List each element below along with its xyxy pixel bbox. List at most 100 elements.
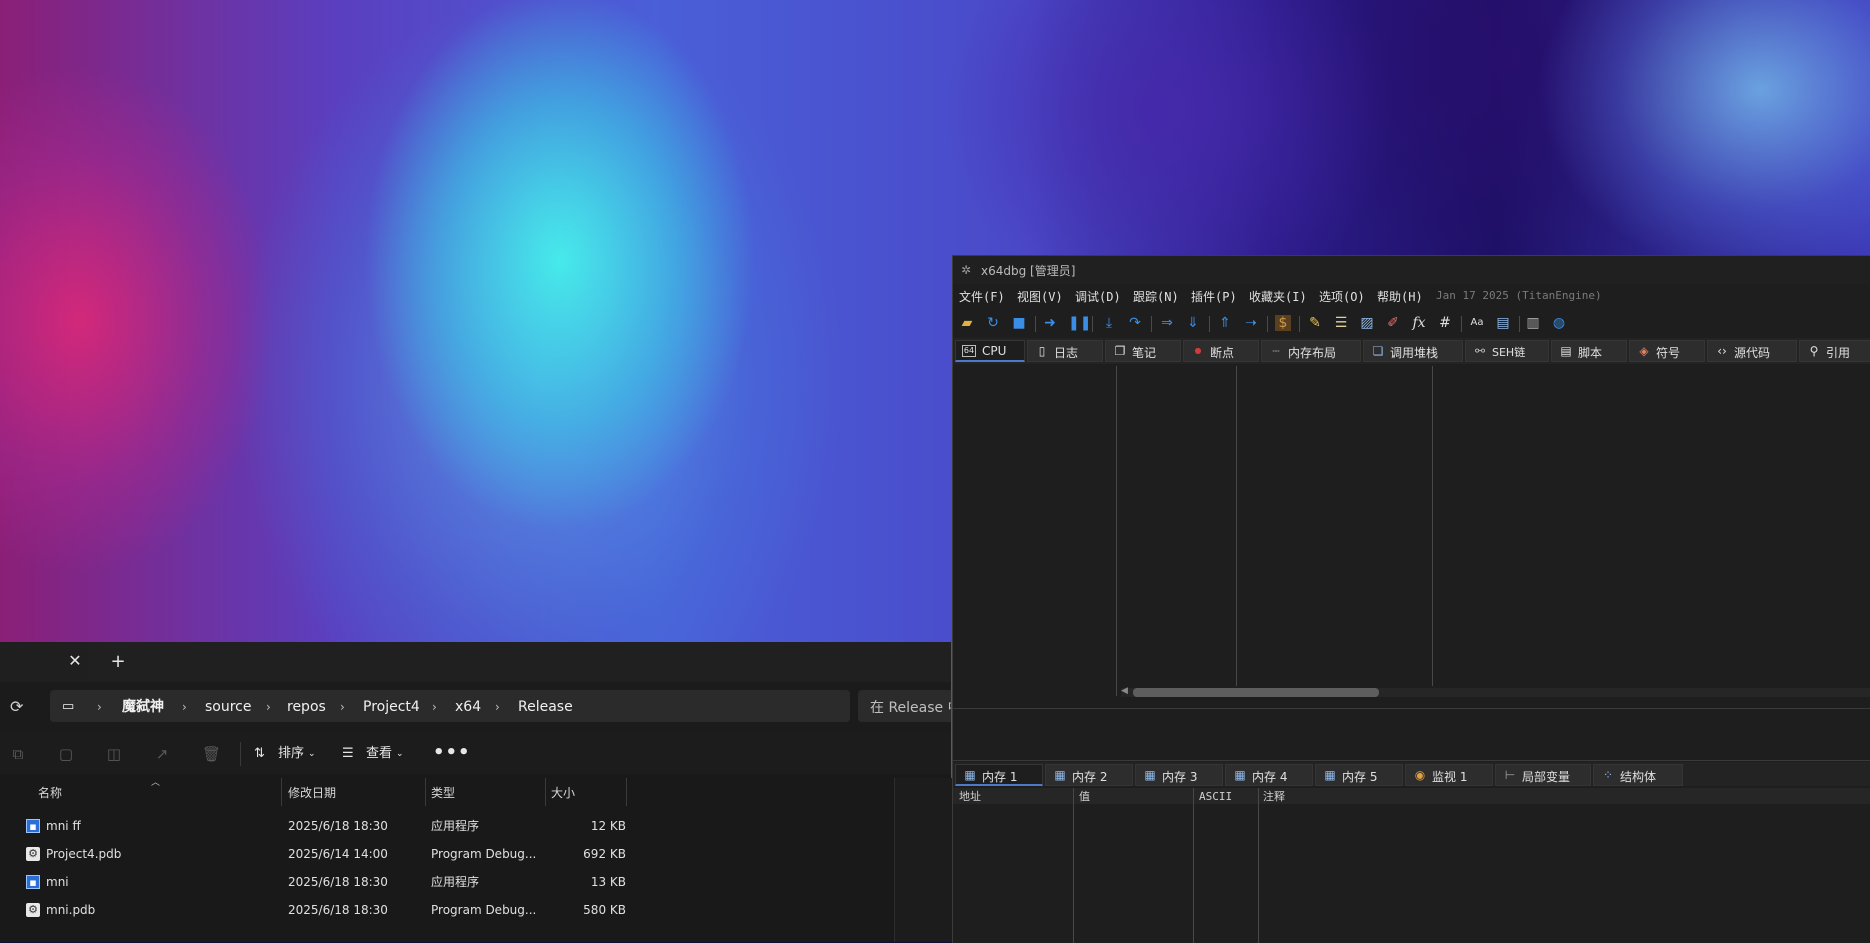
dump-column-divider[interactable] xyxy=(1258,788,1259,943)
globe-icon[interactable]: ◍ xyxy=(1551,315,1567,331)
dump-column-address[interactable]: 地址 xyxy=(959,790,981,804)
share-icon[interactable]: ↗ xyxy=(154,746,170,762)
tab-memory-3[interactable]: ▦ 内存 3 xyxy=(1135,764,1223,786)
comments-icon[interactable]: ☰ xyxy=(1333,315,1349,331)
new-tab-icon[interactable]: + xyxy=(108,652,128,672)
step-into-icon[interactable]: ⤓ xyxy=(1101,315,1117,331)
open-file-icon[interactable]: ▰ xyxy=(959,315,975,331)
tab-memory-1[interactable]: ▦ 内存 1 xyxy=(955,764,1043,786)
computer-icon[interactable]: ▭ xyxy=(62,698,74,716)
cpu-disassembly-view[interactable] xyxy=(953,364,1870,697)
tab-references[interactable]: ⚲ 引用 xyxy=(1799,340,1870,362)
refresh-icon[interactable]: ⟳ xyxy=(10,697,23,716)
panel-divider[interactable] xyxy=(953,708,1870,709)
disasm-column-divider[interactable] xyxy=(1432,366,1433,686)
tab-memory-4[interactable]: ▦ 内存 4 xyxy=(1225,764,1313,786)
breadcrumb-separator-icon[interactable]: › xyxy=(432,698,437,716)
column-divider[interactable] xyxy=(281,778,282,806)
bookmarks-icon[interactable]: ✐ xyxy=(1385,315,1401,331)
column-header-date[interactable]: 修改日期 xyxy=(288,782,336,804)
patch-icon[interactable]: ✎ xyxy=(1307,315,1323,331)
tab-struct[interactable]: ⁘ 结构体 xyxy=(1593,764,1683,786)
stop-icon[interactable]: ■ xyxy=(1011,315,1027,331)
settings-device-icon[interactable]: ▤ xyxy=(1495,315,1511,331)
breadcrumb-item[interactable]: x64 xyxy=(455,698,481,716)
chevron-down-icon[interactable]: ⌄ xyxy=(308,745,316,763)
breadcrumb-item[interactable]: Release xyxy=(518,698,573,716)
tab-watch-1[interactable]: ◉ 监视 1 xyxy=(1405,764,1493,786)
breadcrumb-separator-icon[interactable]: › xyxy=(182,698,187,716)
trace-into-icon[interactable]: ⇒ xyxy=(1159,315,1175,331)
tab-breakpoints[interactable]: ● 断点 xyxy=(1183,340,1259,362)
strings-icon[interactable]: Aa xyxy=(1469,315,1485,331)
address-bar[interactable] xyxy=(50,690,850,722)
file-row[interactable]: ▪ mni 2025/6/18 18:30 应用程序 13 KB xyxy=(8,868,894,896)
rename-icon[interactable]: ◫ xyxy=(106,746,122,762)
explorer-tab[interactable]: ✕ xyxy=(0,642,88,682)
search-box[interactable]: 在 Release 中 xyxy=(858,690,951,722)
menu-trace[interactable]: 跟踪(N) xyxy=(1133,288,1179,305)
menu-file[interactable]: 文件(F) xyxy=(959,288,1005,305)
trace-over-icon[interactable]: ⇓ xyxy=(1185,315,1201,331)
scrollbar-thumb[interactable] xyxy=(1133,688,1379,697)
column-header-name[interactable]: 名称 xyxy=(38,782,62,804)
breadcrumb-separator-icon[interactable]: › xyxy=(97,698,102,716)
tab-symbols[interactable]: ◈ 符号 xyxy=(1629,340,1705,362)
delete-icon[interactable]: 🗑 xyxy=(202,746,221,762)
pause-icon[interactable]: ❚❚ xyxy=(1068,315,1091,331)
dump-column-ascii[interactable]: ASCII xyxy=(1199,790,1232,804)
tab-memory-map[interactable]: ┄ 内存布局 xyxy=(1261,340,1361,362)
scroll-left-icon[interactable]: ◀ xyxy=(1121,686,1128,696)
menu-plugins[interactable]: 插件(P) xyxy=(1191,288,1237,305)
sort-icon[interactable]: ⇅ xyxy=(254,745,265,763)
disasm-column-divider[interactable] xyxy=(1116,366,1117,696)
menu-debug[interactable]: 调试(D) xyxy=(1075,288,1121,305)
debugger-title-bar[interactable]: ✲ x64dbg [管理员] xyxy=(953,256,1870,284)
labels-icon[interactable]: ▨ xyxy=(1359,315,1375,331)
file-row[interactable]: ▪ mni ff 2025/6/18 18:30 应用程序 12 KB xyxy=(8,812,894,840)
menu-favourites[interactable]: 收藏夹(I) xyxy=(1249,288,1307,305)
panel-divider[interactable] xyxy=(953,760,1870,761)
tab-seh-chain[interactable]: ⚯ SEH链 xyxy=(1465,340,1549,362)
tab-script[interactable]: ▤ 脚本 xyxy=(1551,340,1627,362)
column-header-type[interactable]: 类型 xyxy=(431,782,455,804)
column-divider[interactable] xyxy=(626,778,627,806)
restart-icon[interactable]: ↻ xyxy=(985,315,1001,331)
menu-view[interactable]: 视图(V) xyxy=(1017,288,1063,305)
tab-call-stack[interactable]: ❏ 调用堆栈 xyxy=(1363,340,1463,362)
tab-log[interactable]: ▯ 日志 xyxy=(1027,340,1103,362)
column-header-size[interactable]: 大小 xyxy=(551,782,575,804)
tab-memory-5[interactable]: ▦ 内存 5 xyxy=(1315,764,1403,786)
breadcrumb-item[interactable]: 魔弑神 xyxy=(122,698,164,716)
file-row[interactable]: ⚙ Project4.pdb 2025/6/14 14:00 Program D… xyxy=(8,840,894,868)
more-options-button[interactable]: ••• xyxy=(433,742,471,763)
breadcrumb-item[interactable]: Project4 xyxy=(363,698,420,716)
close-tab-icon[interactable]: ✕ xyxy=(66,652,84,670)
tab-memory-2[interactable]: ▦ 内存 2 xyxy=(1045,764,1133,786)
column-divider[interactable] xyxy=(545,778,546,806)
scylla-icon[interactable]: $ xyxy=(1275,315,1291,331)
breadcrumb-separator-icon[interactable]: › xyxy=(495,698,500,716)
breadcrumb-item[interactable]: repos xyxy=(287,698,326,716)
tab-cpu[interactable]: 64 CPU xyxy=(955,340,1025,362)
run-icon[interactable]: ➜ xyxy=(1042,315,1058,331)
view-button[interactable]: 查看 xyxy=(366,745,392,763)
menu-options[interactable]: 选项(O) xyxy=(1319,288,1365,305)
copy-icon[interactable]: ⧉ xyxy=(10,746,26,762)
functions-icon[interactable]: fx xyxy=(1411,315,1427,331)
breadcrumb-item[interactable]: source xyxy=(205,698,252,716)
column-divider[interactable] xyxy=(425,778,426,806)
paste-icon[interactable]: ▢ xyxy=(58,746,74,762)
dump-column-comment[interactable]: 注释 xyxy=(1263,790,1285,804)
dump-column-divider[interactable] xyxy=(1073,788,1074,943)
dump-column-divider[interactable] xyxy=(1193,788,1194,943)
file-row[interactable]: ⚙ mni.pdb 2025/6/18 18:30 Program Debug.… xyxy=(8,896,894,924)
chevron-down-icon[interactable]: ⌄ xyxy=(396,745,404,763)
execute-till-return-icon[interactable]: ⇑ xyxy=(1217,315,1233,331)
breadcrumb-separator-icon[interactable]: › xyxy=(340,698,345,716)
run-to-user-code-icon[interactable]: ➝ xyxy=(1243,315,1259,331)
calculator-icon[interactable]: ▥ xyxy=(1525,315,1541,331)
tab-source[interactable]: ‹› 源代码 xyxy=(1707,340,1797,362)
disasm-column-divider[interactable] xyxy=(1236,366,1237,686)
dump-column-value[interactable]: 值 xyxy=(1079,790,1090,804)
